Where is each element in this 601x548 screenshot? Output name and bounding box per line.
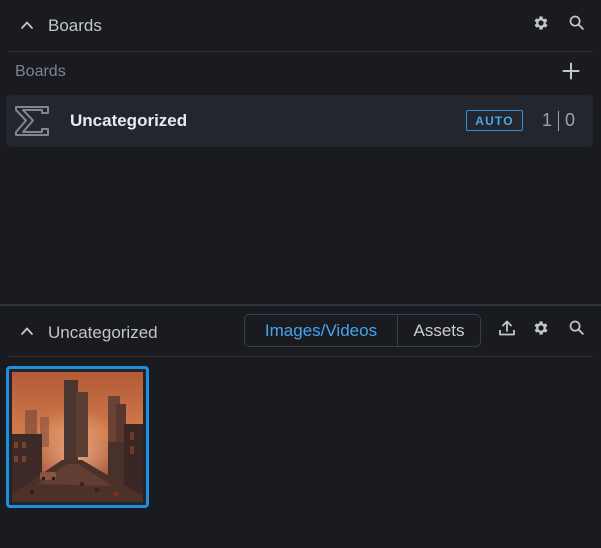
- header-divider: [8, 356, 593, 357]
- gallery-view-toggle: Images/Videos Assets: [244, 314, 481, 347]
- board-counts: 1 0: [542, 110, 575, 131]
- add-board-button[interactable]: [560, 62, 582, 84]
- board-settings-button[interactable]: [530, 14, 552, 36]
- boards-panel-header[interactable]: Boards: [0, 0, 601, 50]
- ruined-city-street-image: [12, 372, 143, 502]
- upload-button[interactable]: [496, 319, 518, 341]
- gear-icon: [532, 319, 550, 342]
- search-icon: [568, 14, 585, 36]
- auto-add-badge[interactable]: AUTO: [466, 110, 523, 131]
- gear-icon: [532, 14, 550, 37]
- board-logo-icon: [14, 103, 50, 139]
- gallery-panel: Uncategorized Images/Videos Assets: [0, 306, 601, 548]
- plus-icon: [562, 62, 580, 85]
- tab-images-videos[interactable]: Images/Videos: [245, 315, 398, 346]
- count-separator: [558, 110, 560, 131]
- board-row-uncategorized[interactable]: Uncategorized AUTO 1 0: [6, 95, 593, 147]
- image-count: 1: [542, 110, 553, 130]
- header-divider: [8, 51, 593, 52]
- board-name: Uncategorized: [70, 111, 188, 130]
- board-search-button[interactable]: [565, 14, 587, 36]
- tab-assets[interactable]: Assets: [398, 315, 480, 346]
- boards-panel-title: Boards: [48, 16, 102, 35]
- chevron-up-icon[interactable]: [20, 324, 34, 338]
- gallery-thumbnail-selected[interactable]: [6, 366, 149, 508]
- gallery-search-button[interactable]: [565, 319, 587, 341]
- search-icon: [568, 319, 585, 341]
- asset-count: 0: [565, 110, 576, 130]
- boards-panel: Boards Boards Uncategorized AUTO 1 0: [0, 0, 601, 304]
- boards-section-label: Boards: [15, 63, 66, 80]
- gallery-board-title: Uncategorized: [48, 323, 158, 342]
- gallery-settings-button[interactable]: [530, 319, 552, 341]
- chevron-up-icon[interactable]: [20, 18, 34, 32]
- upload-icon: [498, 319, 516, 342]
